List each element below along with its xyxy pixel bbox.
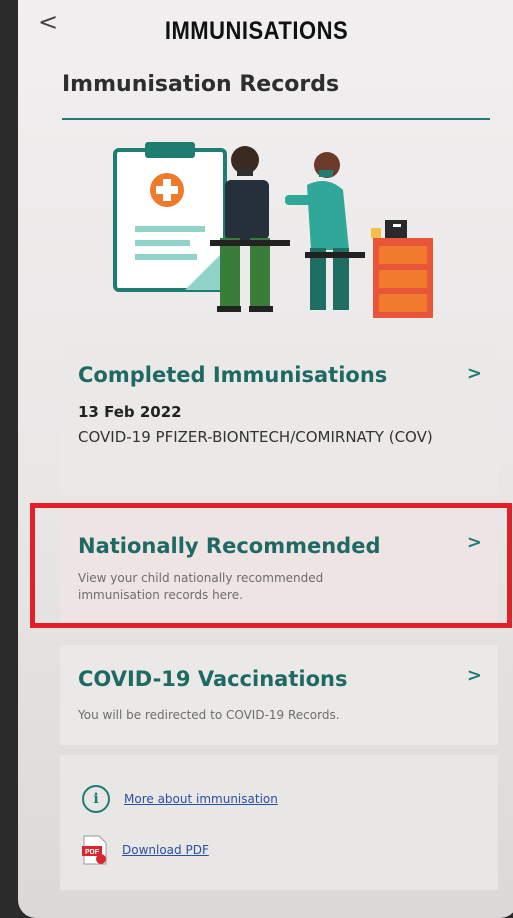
covid-vaccinations-title: COVID-19 Vaccinations: [78, 667, 348, 691]
info-icon: i: [82, 785, 110, 813]
covid-vaccinations-card[interactable]: COVID-19 Vaccinations > You will be redi…: [60, 645, 498, 745]
completed-immunisations-card[interactable]: Completed Immunisations > 13 Feb 2022 CO…: [60, 345, 498, 495]
page-title: IMMUNISATIONS: [164, 16, 349, 45]
chevron-right-icon: >: [466, 665, 482, 686]
highlight-box: [30, 503, 512, 628]
chevron-right-icon: >: [466, 363, 482, 384]
more-about-immunisation-label[interactable]: More about immunisation: [124, 792, 278, 806]
covid-vaccinations-description: You will be redirected to COVID-19 Recor…: [78, 708, 340, 722]
pdf-icon-text: PDF: [85, 849, 100, 856]
links-panel: i More about immunisation PDF Download P…: [60, 755, 498, 890]
download-pdf-label[interactable]: Download PDF: [122, 843, 209, 857]
immunisation-description: COVID-19 PFIZER-BIONTECH/COMIRNATY (COV): [78, 428, 433, 446]
vaccination-illustration: [113, 142, 433, 318]
section-title: Immunisation Records: [62, 72, 340, 97]
download-pdf-link[interactable]: PDF Download PDF: [82, 835, 209, 865]
pdf-icon: PDF: [82, 835, 107, 865]
immunisation-date: 13 Feb 2022: [78, 403, 182, 421]
section-divider: [62, 118, 490, 120]
completed-title: Completed Immunisations: [78, 363, 388, 387]
more-about-immunisation-link[interactable]: i More about immunisation: [82, 785, 278, 813]
